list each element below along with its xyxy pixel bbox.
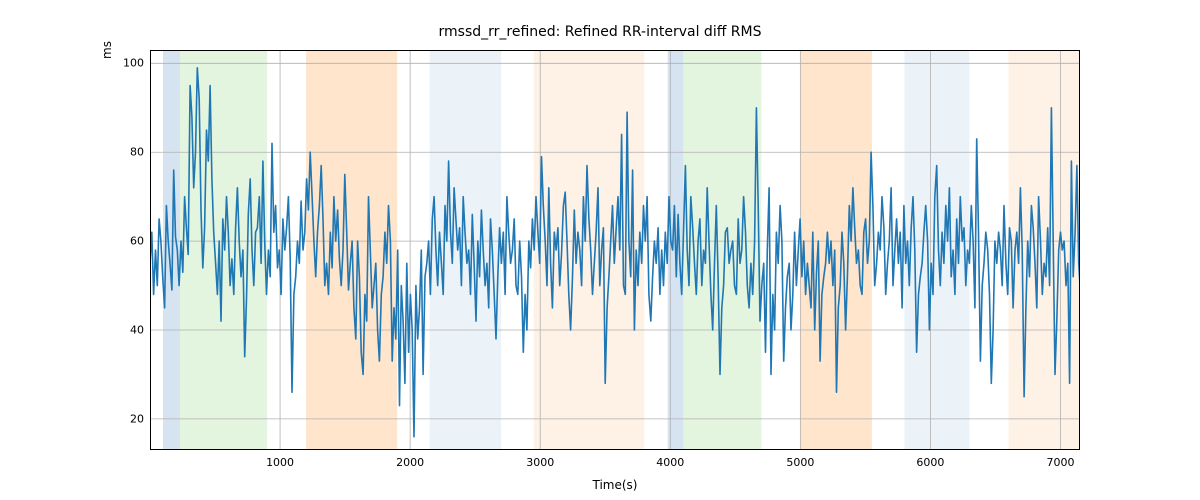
x-tick-label: 5000 <box>786 456 814 469</box>
x-tick-label: 6000 <box>916 456 944 469</box>
chart-title: rmssd_rr_refined: Refined RR-interval di… <box>0 24 1200 40</box>
x-tick-label: 7000 <box>1046 456 1074 469</box>
y-axis-label: ms <box>100 0 120 250</box>
axes <box>150 50 1080 450</box>
figure: rmssd_rr_refined: Refined RR-interval di… <box>0 0 1200 500</box>
y-tick-label: 80 <box>120 146 144 159</box>
x-tick-label: 3000 <box>526 456 554 469</box>
y-tick-label: 20 <box>120 412 144 425</box>
y-tick-label: 40 <box>120 324 144 337</box>
x-tick-label: 4000 <box>656 456 684 469</box>
x-axis-label: Time(s) <box>150 478 1080 492</box>
y-tick-label: 100 <box>120 57 144 70</box>
x-tick-label: 1000 <box>266 456 294 469</box>
y-tick-label: 60 <box>120 235 144 248</box>
x-tick-label: 2000 <box>396 456 424 469</box>
axes-spines <box>150 50 1080 450</box>
